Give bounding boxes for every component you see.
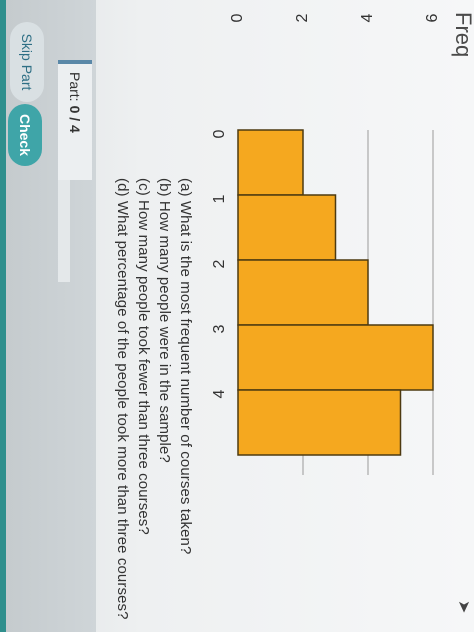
part-value: 0 / 4: [67, 105, 83, 133]
histogram-bar: [237, 129, 304, 196]
part-indicator: Part: 0 / 4: [58, 60, 92, 180]
x-tick-label: 4: [211, 389, 228, 398]
x-tick-label: 1: [211, 194, 228, 203]
histogram-bar: [237, 194, 337, 261]
histogram-bar: [237, 324, 434, 391]
y-tick-label: 0: [229, 13, 246, 22]
x-tick-label: 2: [211, 259, 228, 268]
histogram-bar: [237, 259, 369, 326]
question-d: (d) What percentage of the people took m…: [114, 178, 131, 620]
question-a: (a) What is the most frequent number of …: [177, 178, 194, 555]
y-tick-label: 4: [359, 13, 376, 22]
question-list: (a) What is the most frequent number of …: [112, 178, 196, 620]
x-tick-label: 0: [211, 129, 228, 138]
check-button[interactable]: Check: [8, 104, 42, 166]
skip-part-button[interactable]: Skip Part: [10, 22, 44, 102]
histogram-bar: [237, 389, 402, 456]
problem-panel: Freq 024601234 (a) What is the most freq…: [0, 0, 474, 632]
cursor-arrow-icon: ➤: [455, 600, 472, 614]
y-tick-label: 6: [424, 13, 441, 22]
question-b: (b) How many people were in the sample?: [156, 178, 173, 463]
question-c: (c) How many people took fewer than thre…: [135, 178, 152, 535]
window-edge: [0, 0, 6, 632]
y-tick-label: 2: [294, 13, 311, 22]
part-label: Part:: [67, 72, 83, 102]
x-tick-label: 3: [211, 324, 228, 333]
